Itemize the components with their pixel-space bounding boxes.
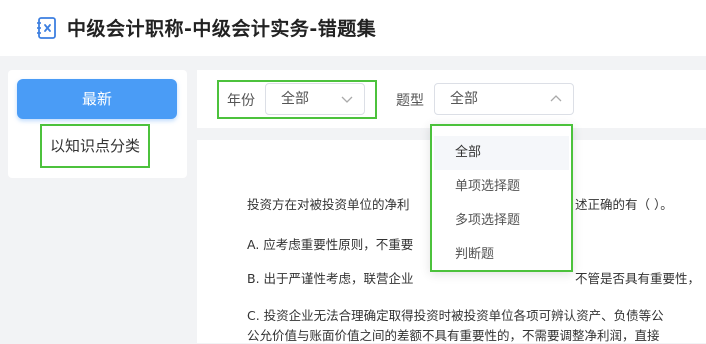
knowledge-category-button[interactable]: 以知识点分类 <box>40 124 150 168</box>
option-b-tail: 不管是否具有重要性， <box>575 271 701 286</box>
type-select-value: 全部 <box>450 91 478 107</box>
dropdown-option-multiple-choice[interactable]: 多项选择题 <box>434 204 569 238</box>
question-stem-start: 投资方在对被投资单位的净利 <box>247 197 410 212</box>
option-c-continued: 公允价值与账面价值之间的差额不具有重要性的，不需要调整净利润，直接 <box>247 328 660 343</box>
header-bar: 中级会计职称-中级会计实务-错题集 <box>0 0 706 56</box>
dropdown-option-single-choice[interactable]: 单项选择题 <box>434 170 569 204</box>
type-dropdown-menu: 全部 单项选择题 多项选择题 判断题 <box>430 124 573 272</box>
type-select[interactable]: 全部 <box>434 83 574 115</box>
year-filter-label: 年份 <box>227 93 255 109</box>
chevron-up-icon <box>550 95 562 102</box>
type-filter-label: 题型 <box>396 93 424 109</box>
option-a[interactable]: A. 应考虑重要性原则，不重要 <box>247 234 413 253</box>
chevron-down-icon <box>341 96 353 103</box>
page-title: 中级会计职称-中级会计实务-错题集 <box>67 18 377 40</box>
question-stem-end: 述正确的有（ ）。 <box>575 197 673 212</box>
option-c[interactable]: C. 投资企业无法合理确定取得投资时被投资单位各项可辨认资产、负债等公 <box>247 305 664 324</box>
year-select[interactable]: 全部 <box>265 83 365 115</box>
dropdown-option-all[interactable]: 全部 <box>434 136 569 170</box>
year-select-value: 全部 <box>281 91 309 107</box>
dropdown-option-true-false[interactable]: 判断题 <box>434 238 569 272</box>
option-b[interactable]: B. 出于严谨性考虑，联营企业 <box>247 268 414 287</box>
notebook-icon <box>37 17 56 39</box>
latest-button[interactable]: 最新 <box>17 79 177 119</box>
